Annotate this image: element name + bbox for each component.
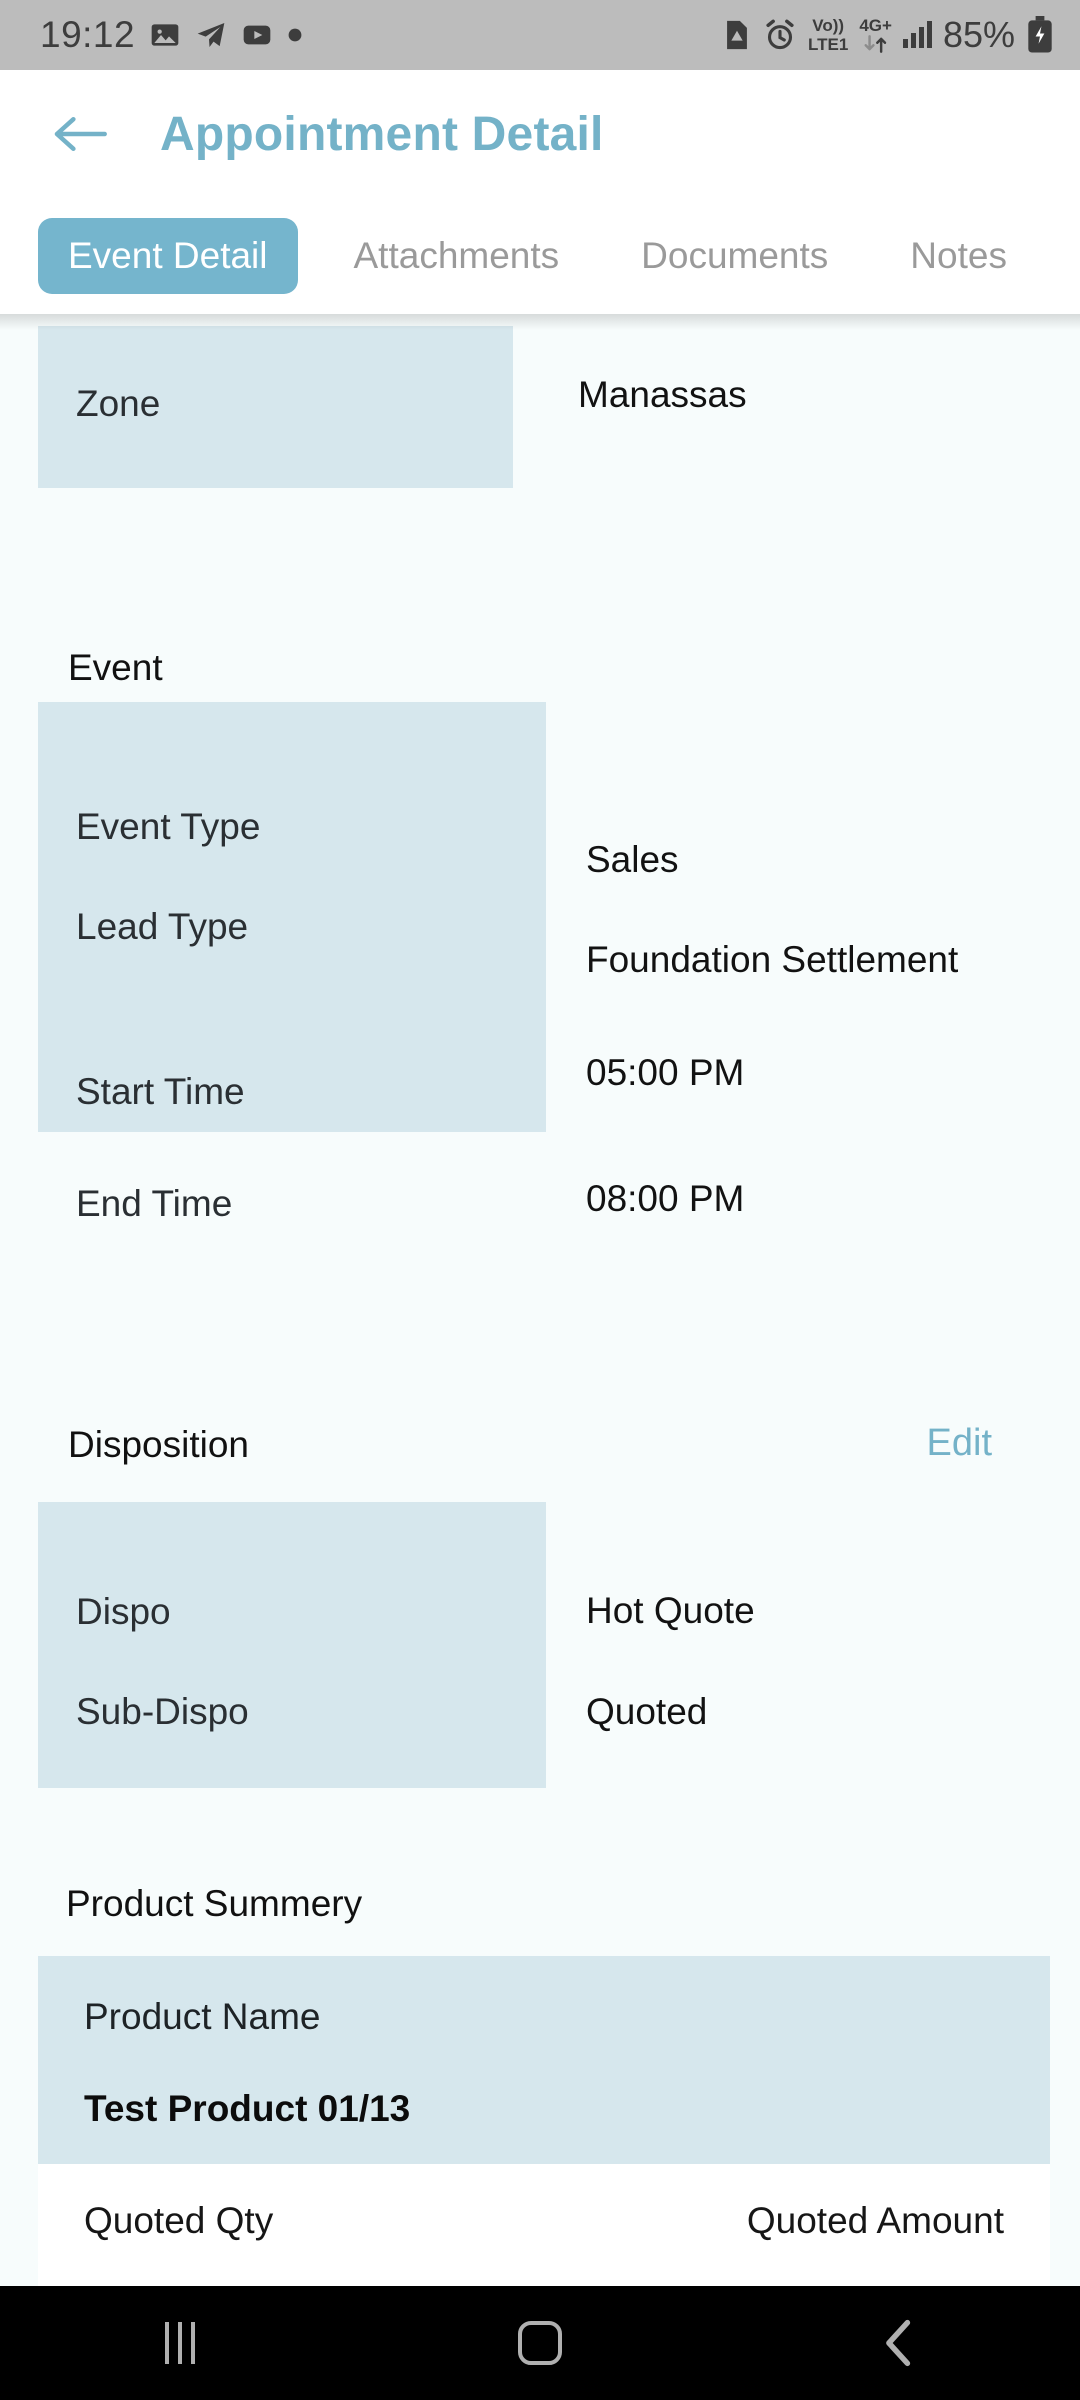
signal-bars-icon — [902, 21, 932, 48]
product-card-header: Product Name Test Product 01/13 — [38, 1956, 1050, 2164]
event-type-label: Event Type — [76, 806, 261, 847]
product-name-value: Test Product 01/13 — [84, 2088, 411, 2129]
edit-disposition-link[interactable]: Edit — [927, 1422, 992, 1465]
alarm-icon — [763, 18, 797, 52]
data-arrows-icon — [863, 35, 889, 53]
status-time: 19:12 — [40, 14, 136, 55]
nav-back-icon[interactable] — [840, 2286, 960, 2400]
volte-top-label: Vo)) — [812, 16, 845, 35]
start-time-value: 05:00 PM — [586, 1052, 745, 1093]
disposition-label-block — [38, 1502, 546, 1788]
youtube-icon — [241, 19, 273, 51]
dispo-value: Hot Quote — [586, 1590, 755, 1631]
back-arrow-icon[interactable] — [48, 102, 112, 166]
event-type-value: Sales — [586, 839, 679, 880]
quoted-qty-column: Quoted Qty 10.0 Each — [84, 2200, 273, 2286]
volte-bottom-label: LTE1 — [808, 35, 849, 54]
app-bar: Appointment Detail — [0, 70, 1080, 198]
quoted-amount-column: Quoted Amount $1,000.00 — [747, 2200, 1004, 2286]
status-bar-left: 19:12 — [40, 14, 722, 56]
product-summary-section-title: Product Summery — [66, 1883, 363, 1924]
volte-icon: Vo)) LTE1 — [808, 17, 848, 53]
recents-icon[interactable] — [120, 2286, 240, 2400]
sim-alert-icon — [722, 18, 752, 52]
disposition-section-title: Disposition — [68, 1424, 249, 1465]
quoted-amount-label: Quoted Amount — [746, 2200, 1004, 2241]
product-card-body: Quoted Qty 10.0 Each Quoted Amount $1,00… — [38, 2164, 1050, 2286]
status-bar-right: Vo)) LTE1 4G+ 85% — [722, 14, 1054, 56]
home-icon[interactable] — [480, 2286, 600, 2400]
zone-label: Zone — [76, 383, 161, 424]
dot-icon — [287, 27, 303, 43]
network-type-icon: 4G+ — [859, 17, 892, 53]
telegram-icon — [195, 19, 227, 51]
tab-event-detail[interactable]: Event Detail — [38, 218, 298, 294]
status-bar: 19:12 Vo)) LTE1 4G+ 85% — [0, 0, 1080, 70]
event-section-title: Event — [68, 647, 163, 688]
sub-dispo-value: Quoted — [586, 1691, 708, 1732]
event-detail-scroll[interactable]: Zone Manassas Event Event Type Lead Type… — [0, 314, 1080, 2286]
phone-screen: 19:12 Vo)) LTE1 4G+ 85% Appointment Deta… — [0, 0, 1080, 2400]
network-label: 4G+ — [859, 16, 892, 35]
product-summary-card: Product Name Test Product 01/13 Quoted Q… — [38, 1956, 1050, 2286]
tab-notes[interactable]: Notes — [874, 235, 1043, 277]
lead-type-value: Foundation Settlement — [586, 939, 959, 980]
android-nav-bar — [0, 2286, 1080, 2400]
lead-type-label: Lead Type — [76, 906, 249, 947]
sub-dispo-label: Sub-Dispo — [76, 1691, 249, 1732]
start-time-label: Start Time — [76, 1071, 245, 1112]
dispo-label: Dispo — [76, 1591, 171, 1632]
tab-bar: Event Detail Attachments Documents Notes — [0, 198, 1080, 314]
battery-charging-icon — [1026, 16, 1054, 54]
tab-attachments[interactable]: Attachments — [318, 235, 596, 277]
battery-percent-label: 85% — [942, 14, 1015, 55]
product-name-label: Product Name — [84, 1996, 321, 2037]
image-icon — [149, 19, 181, 51]
end-time-label: End Time — [76, 1183, 233, 1224]
zone-value: Manassas — [578, 374, 747, 415]
tab-documents[interactable]: Documents — [605, 235, 864, 277]
quoted-qty-label: Quoted Qty — [84, 2200, 274, 2241]
page-title: Appointment Detail — [160, 107, 604, 161]
end-time-value: 08:00 PM — [586, 1178, 745, 1219]
